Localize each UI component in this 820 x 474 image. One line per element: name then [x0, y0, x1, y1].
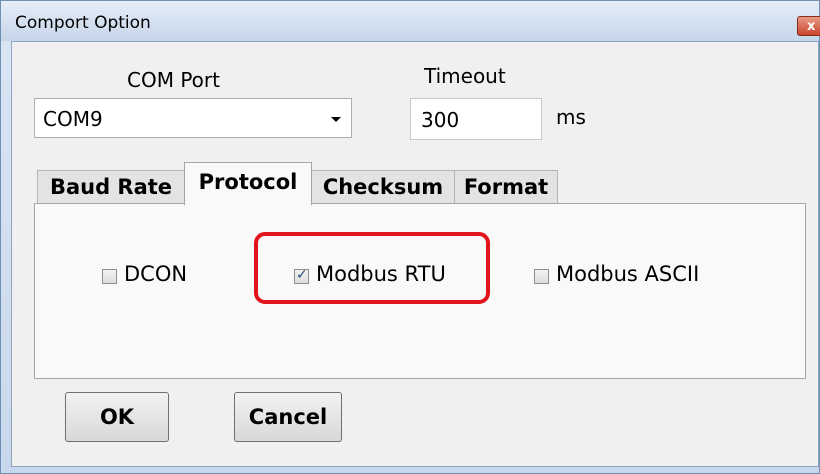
- com-port-label: COM Port: [127, 68, 220, 92]
- ok-button[interactable]: OK: [65, 392, 169, 442]
- window-title: Comport Option: [15, 13, 151, 33]
- cancel-button[interactable]: Cancel: [234, 392, 342, 442]
- chevron-down-icon[interactable]: [331, 117, 341, 122]
- timeout-unit: ms: [556, 105, 586, 129]
- com-port-select[interactable]: COM9: [34, 98, 352, 138]
- dcon-checkbox[interactable]: [102, 269, 117, 284]
- tab-protocol[interactable]: Protocol: [184, 162, 312, 205]
- timeout-input[interactable]: 300: [410, 98, 542, 140]
- comport-option-dialog: Comport Option x COM Port COM9 Timeout 3…: [0, 0, 820, 474]
- modbus-rtu-highlight: [254, 232, 490, 304]
- com-port-value: COM9: [43, 107, 103, 131]
- dialog-client-area: COM Port COM9 Timeout 300 ms Baud Rate P…: [11, 41, 819, 467]
- timeout-label: Timeout: [424, 64, 506, 88]
- tab-baud-rate[interactable]: Baud Rate: [37, 170, 185, 204]
- title-bar[interactable]: Comport Option x: [1, 1, 820, 41]
- dcon-label[interactable]: DCON: [124, 262, 187, 286]
- tab-format[interactable]: Format: [454, 170, 558, 204]
- modbus-ascii-checkbox[interactable]: [534, 269, 549, 284]
- tab-checksum[interactable]: Checksum: [311, 170, 455, 204]
- modbus-ascii-label[interactable]: Modbus ASCII: [556, 262, 699, 286]
- timeout-value: 300: [421, 108, 460, 132]
- close-icon: x: [807, 19, 816, 34]
- close-button[interactable]: x: [797, 16, 820, 36]
